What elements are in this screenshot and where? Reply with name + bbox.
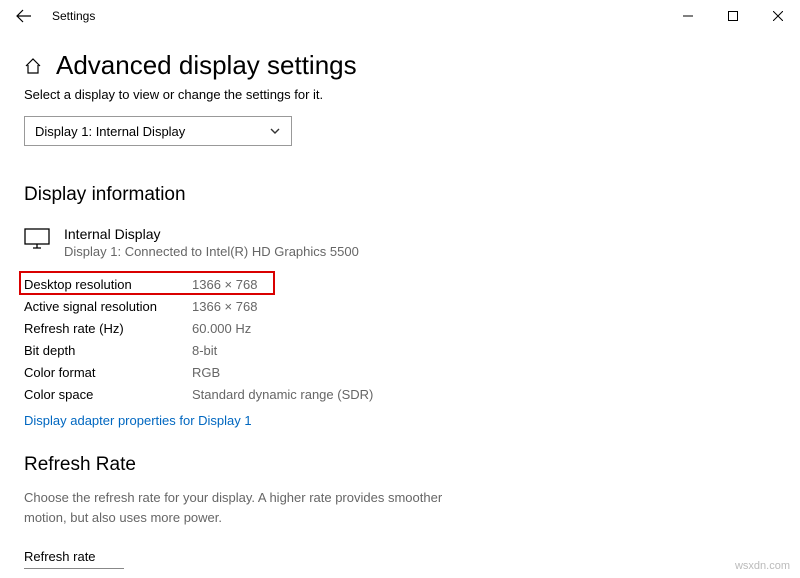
watermark: wsxdn.com [735, 560, 790, 572]
close-button[interactable] [755, 0, 800, 32]
info-value: 1366 × 768 [192, 273, 392, 295]
refresh-rate-heading: Refresh Rate [24, 454, 776, 476]
info-label: Active signal resolution [24, 295, 192, 317]
page-subtitle: Select a display to view or change the s… [24, 87, 776, 102]
window-title: Settings [52, 9, 95, 23]
monitor-icon [24, 226, 50, 253]
display-name: Internal Display [64, 226, 359, 242]
home-button[interactable] [24, 57, 42, 75]
display-selector-dropdown[interactable]: Display 1: Internal Display [24, 116, 292, 146]
refresh-rate-label: Refresh rate [24, 549, 776, 564]
info-value: 8-bit [192, 339, 392, 361]
table-row: Bit depth 8-bit [24, 339, 392, 361]
table-row: Active signal resolution 1366 × 768 [24, 295, 392, 317]
table-row: Desktop resolution 1366 × 768 [24, 273, 392, 295]
refresh-rate-dropdown[interactable] [24, 568, 124, 572]
info-value: 1366 × 768 [192, 295, 392, 317]
info-value: 60.000 Hz [192, 317, 392, 339]
maximize-button[interactable] [710, 0, 755, 32]
display-info-heading: Display information [24, 184, 776, 206]
back-button[interactable] [8, 0, 40, 32]
display-selector-value: Display 1: Internal Display [35, 124, 185, 139]
back-arrow-icon [16, 8, 32, 24]
table-row: Color format RGB [24, 361, 392, 383]
home-icon [24, 57, 42, 75]
info-label: Bit depth [24, 339, 192, 361]
info-value: Standard dynamic range (SDR) [192, 383, 392, 405]
refresh-rate-description: Choose the refresh rate for your display… [24, 488, 444, 527]
display-connection: Display 1: Connected to Intel(R) HD Grap… [64, 244, 359, 259]
info-value: RGB [192, 361, 392, 383]
info-label: Color space [24, 383, 192, 405]
page-heading: Advanced display settings [56, 50, 357, 81]
chevron-down-icon [269, 125, 281, 137]
close-icon [773, 11, 783, 21]
display-adapter-properties-link[interactable]: Display adapter properties for Display 1 [24, 413, 252, 428]
table-row: Color space Standard dynamic range (SDR) [24, 383, 392, 405]
minimize-icon [683, 11, 693, 21]
maximize-icon [728, 11, 738, 21]
info-label: Color format [24, 361, 192, 383]
info-label: Refresh rate (Hz) [24, 317, 192, 339]
minimize-button[interactable] [665, 0, 710, 32]
display-info-table: Desktop resolution 1366 × 768 Active sig… [24, 273, 392, 405]
table-row: Refresh rate (Hz) 60.000 Hz [24, 317, 392, 339]
info-label: Desktop resolution [24, 277, 132, 292]
